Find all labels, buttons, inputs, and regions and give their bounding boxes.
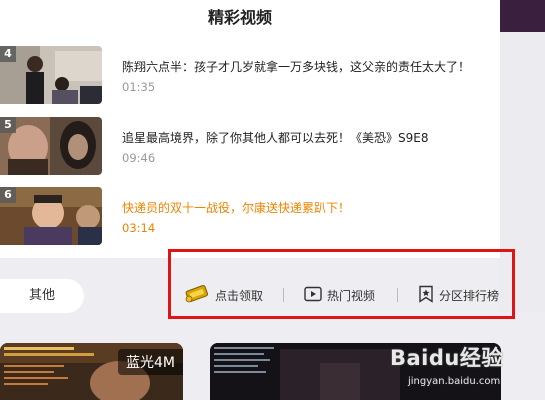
other-category-button[interactable]: 其他 — [0, 279, 84, 313]
divider — [283, 288, 284, 302]
rank-badge: 4 — [0, 46, 16, 62]
quality-badge: 蓝光4M — [118, 349, 183, 375]
video-title[interactable]: 快递员的双十一战役，尔康送快递累趴下！ — [122, 199, 350, 216]
video-title[interactable]: 陈翔六点半：孩子才几岁就拿一万多块钱，这父亲的责任太大了！ — [122, 58, 470, 75]
gold-ticket-icon — [184, 283, 210, 308]
watermark-url: jingyan.baidu.com — [408, 376, 501, 387]
live-stream-card[interactable]: 蓝光4M — [0, 343, 183, 400]
play-box-icon — [304, 286, 322, 305]
divider — [397, 288, 398, 302]
video-item[interactable]: 5 追星最高境界，除了你其他人都可以去死！《美恐》S9E8 09:46 — [0, 117, 490, 175]
baidu-watermark: Baidu经验 jingyan.baidu.com — [388, 338, 538, 398]
video-duration: 01:35 — [122, 80, 156, 94]
rank-badge: 5 — [0, 117, 16, 133]
panel-title: 精彩视频 — [207, 8, 272, 27]
ranking-button[interactable]: 分区排行榜 — [418, 284, 499, 306]
bookmark-star-icon — [418, 285, 434, 306]
video-item[interactable]: 4 陈翔六点半：孩子才几岁就拿一万多块钱，这父亲的责任太大了！ 01:35 — [0, 46, 490, 104]
video-duration: 03:14 — [122, 221, 156, 235]
hot-videos-label: 热门视频 — [327, 288, 376, 303]
featured-videos-panel: 精彩视频 4 陈翔六点半：孩子才几岁就拿一万多块钱，这父亲的责任太大了！ 01:… — [0, 0, 500, 258]
ranking-label: 分区排行榜 — [439, 288, 500, 303]
video-thumbnail[interactable]: 4 — [0, 46, 102, 104]
claim-button[interactable]: 点击领取 — [184, 284, 263, 306]
watermark-main: Baidu经验 — [390, 346, 503, 370]
video-thumbnail[interactable]: 6 — [0, 187, 102, 245]
rank-badge: 6 — [0, 187, 16, 203]
action-bar: 点击领取 热门视频 分区排行榜 — [168, 249, 518, 322]
hot-videos-button[interactable]: 热门视频 — [304, 284, 375, 306]
video-thumbnail[interactable]: 5 — [0, 117, 102, 175]
claim-label: 点击领取 — [215, 288, 264, 303]
video-title[interactable]: 追星最高境界，除了你其他人都可以去死！《美恐》S9E8 — [122, 129, 428, 146]
top-bar-edge — [498, 0, 545, 32]
video-item[interactable]: 6 快递员的双十一战役，尔康送快递累趴下！ 03:14 — [0, 187, 490, 245]
video-duration: 09:46 — [122, 151, 156, 165]
